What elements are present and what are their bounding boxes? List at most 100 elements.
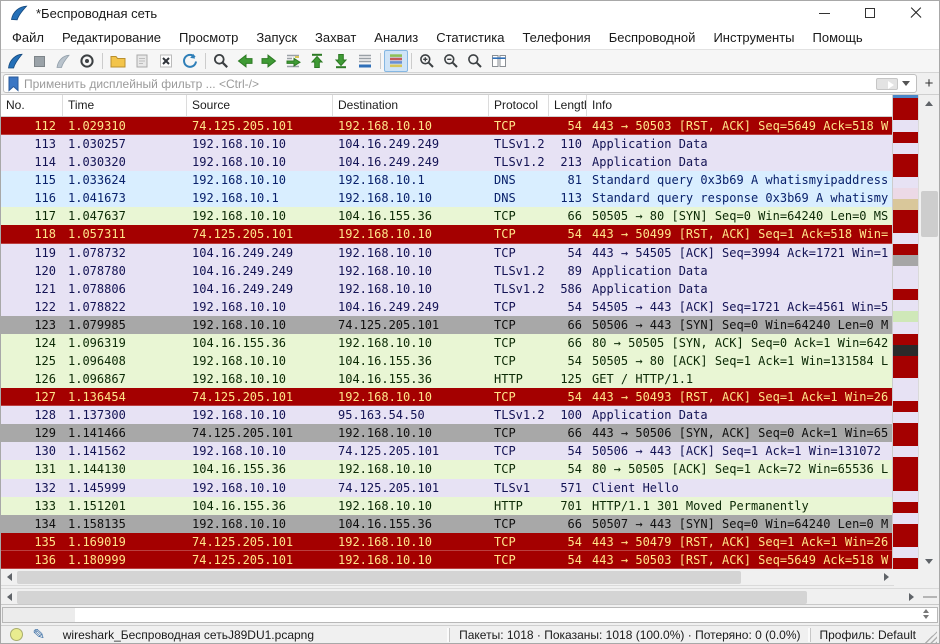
- close-button[interactable]: [893, 1, 939, 25]
- apply-filter-icon[interactable]: [876, 78, 898, 90]
- open-file-icon: [109, 52, 127, 70]
- spinner-down-icon[interactable]: [923, 615, 929, 619]
- previous-packet-button[interactable]: [233, 50, 257, 72]
- menu-item-7[interactable]: Телефония: [513, 28, 599, 47]
- bytes-pane-spinner[interactable]: [923, 609, 929, 619]
- minimap-stripe: [893, 378, 918, 389]
- zoom-in-button[interactable]: [415, 50, 439, 72]
- bookmark-icon[interactable]: [7, 76, 20, 92]
- packet-row-118[interactable]: 1181.05731174.125.205.101192.168.10.10TC…: [1, 225, 892, 243]
- cell-info: Application Data: [587, 135, 892, 153]
- scroll-right-icon[interactable]: [903, 589, 919, 604]
- details-hscroll-thumb[interactable]: [17, 591, 807, 604]
- zoom-out-button[interactable]: [439, 50, 463, 72]
- column-header-source[interactable]: Source: [187, 95, 333, 116]
- scroll-left-icon[interactable]: [1, 569, 17, 585]
- packet-row-128[interactable]: 1281.137300192.168.10.1095.163.54.50TLSv…: [1, 406, 892, 424]
- spinner-up-icon[interactable]: [923, 609, 929, 613]
- column-header-no[interactable]: No.: [1, 95, 63, 116]
- packet-row-115[interactable]: 1151.033624192.168.10.10192.168.10.1DNS8…: [1, 171, 892, 189]
- packet-row-113[interactable]: 1131.030257192.168.10.10104.16.249.249TL…: [1, 135, 892, 153]
- auto-scroll-button[interactable]: [353, 50, 377, 72]
- packet-row-114[interactable]: 1141.030320192.168.10.10104.16.249.249TL…: [1, 153, 892, 171]
- scroll-up-icon[interactable]: [919, 95, 939, 111]
- zoom-reset-button[interactable]: [463, 50, 487, 72]
- resize-grip-icon[interactable]: [925, 631, 937, 643]
- packet-row-123[interactable]: 1231.079985192.168.10.1074.125.205.101TC…: [1, 316, 892, 334]
- close-file-button[interactable]: [154, 50, 178, 72]
- packet-row-130[interactable]: 1301.141562192.168.10.1074.125.205.101TC…: [1, 442, 892, 460]
- next-packet-button[interactable]: [257, 50, 281, 72]
- cell-no: 130: [1, 442, 63, 460]
- packet-row-121[interactable]: 1211.078806104.16.249.249192.168.10.10TL…: [1, 280, 892, 298]
- restart-capture-button[interactable]: [51, 50, 75, 72]
- resize-columns-button[interactable]: [487, 50, 511, 72]
- packet-row-131[interactable]: 1311.144130104.16.155.36192.168.10.10TCP…: [1, 460, 892, 478]
- expert-info-icon[interactable]: [10, 628, 23, 641]
- packet-list-hscrollbar[interactable]: [1, 569, 894, 586]
- packet-row-122[interactable]: 1221.078822192.168.10.10104.16.249.249TC…: [1, 298, 892, 316]
- packet-row-117[interactable]: 1171.047637192.168.10.10104.16.155.36TCP…: [1, 207, 892, 225]
- profile-label[interactable]: Профиль: Default: [810, 628, 926, 642]
- packet-row-134[interactable]: 1341.158135192.168.10.10104.16.155.36TCP…: [1, 515, 892, 533]
- maximize-button[interactable]: [847, 1, 893, 25]
- cell-info: Standard query response 0x3b69 A whatism…: [587, 189, 892, 207]
- packet-row-124[interactable]: 1241.096319104.16.155.36192.168.10.10TCP…: [1, 334, 892, 352]
- column-header-length[interactable]: Length: [549, 95, 587, 116]
- first-packet-button[interactable]: [305, 50, 329, 72]
- packet-row-119[interactable]: 1191.078732104.16.249.249192.168.10.10TC…: [1, 244, 892, 262]
- pane-splitter-handle[interactable]: [923, 596, 937, 598]
- packet-row-116[interactable]: 1161.041673192.168.10.1192.168.10.10DNS1…: [1, 189, 892, 207]
- menu-item-6[interactable]: Статистика: [427, 28, 513, 47]
- open-file-button[interactable]: [106, 50, 130, 72]
- cell-no: 115: [1, 171, 63, 189]
- packet-row-120[interactable]: 1201.078780104.16.249.249192.168.10.10TL…: [1, 262, 892, 280]
- minimap-stripe: [893, 457, 918, 468]
- packet-row-136[interactable]: 1361.18099974.125.205.101192.168.10.10TC…: [1, 551, 892, 569]
- packet-row-112[interactable]: 1121.02931074.125.205.101192.168.10.10TC…: [1, 117, 892, 135]
- packet-row-133[interactable]: 1331.151201104.16.155.36192.168.10.10HTT…: [1, 497, 892, 515]
- minimize-button[interactable]: [801, 1, 847, 25]
- filter-dropdown-icon[interactable]: [902, 81, 910, 86]
- menu-item-9[interactable]: Инструменты: [704, 28, 803, 47]
- stop-capture-button[interactable]: [27, 50, 51, 72]
- packet-row-132[interactable]: 1321.145999192.168.10.1074.125.205.101TL…: [1, 479, 892, 497]
- add-filter-button[interactable]: +: [921, 75, 937, 93]
- menu-item-0[interactable]: Файл: [3, 28, 53, 47]
- column-header-info[interactable]: Info: [587, 95, 892, 116]
- display-filter-input[interactable]: [24, 76, 876, 92]
- vertical-scrollbar-thumb[interactable]: [921, 191, 938, 237]
- vertical-scrollbar[interactable]: [918, 95, 939, 569]
- cell-no: 124: [1, 334, 63, 352]
- menu-item-5[interactable]: Анализ: [365, 28, 427, 47]
- packet-row-129[interactable]: 1291.14146674.125.205.101192.168.10.10TC…: [1, 424, 892, 442]
- find-packet-button[interactable]: [209, 50, 233, 72]
- reload-file-button[interactable]: [178, 50, 202, 72]
- packet-row-135[interactable]: 1351.16901974.125.205.101192.168.10.10TC…: [1, 533, 892, 551]
- intelligent-scrollbar-minimap[interactable]: [892, 95, 918, 569]
- menu-item-2[interactable]: Просмотр: [170, 28, 247, 47]
- column-header-protocol[interactable]: Protocol: [489, 95, 549, 116]
- last-packet-button[interactable]: [329, 50, 353, 72]
- save-file-button[interactable]: [130, 50, 154, 72]
- scroll-left-icon[interactable]: [1, 589, 17, 604]
- packet-row-127[interactable]: 1271.13645474.125.205.101192.168.10.10TC…: [1, 388, 892, 406]
- go-to-packet-button[interactable]: [281, 50, 305, 72]
- column-header-destination[interactable]: Destination: [333, 95, 489, 116]
- capture-options-button[interactable]: [75, 50, 99, 72]
- menu-item-10[interactable]: Помощь: [804, 28, 872, 47]
- menu-item-1[interactable]: Редактирование: [53, 28, 170, 47]
- menu-item-8[interactable]: Беспроводной: [600, 28, 705, 47]
- start-capture-button[interactable]: [3, 50, 27, 72]
- scroll-right-icon[interactable]: [878, 569, 894, 585]
- packet-row-126[interactable]: 1261.096867192.168.10.10104.16.155.36HTT…: [1, 370, 892, 388]
- packet-row-125[interactable]: 1251.096408192.168.10.10104.16.155.36TCP…: [1, 352, 892, 370]
- menu-item-4[interactable]: Захват: [306, 28, 365, 47]
- details-hscrollbar[interactable]: [1, 588, 939, 605]
- capture-comment-icon[interactable]: ✎: [32, 626, 45, 643]
- menu-item-3[interactable]: Запуск: [247, 28, 306, 47]
- packet-list-hscroll-thumb[interactable]: [17, 571, 741, 584]
- scroll-down-icon[interactable]: [919, 553, 939, 569]
- colorize-packets-button[interactable]: [384, 50, 408, 72]
- column-header-time[interactable]: Time: [63, 95, 187, 116]
